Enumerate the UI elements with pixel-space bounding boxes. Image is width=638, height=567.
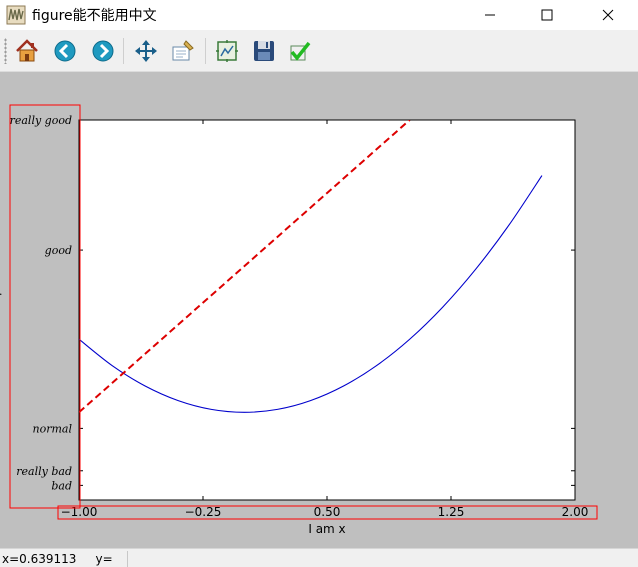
y-tick-label: really bad [16,465,72,478]
toolbar-grip[interactable] [4,38,7,64]
zoom-rect-icon [172,40,194,61]
floppy-disk-icon [254,41,274,61]
window-title: figure能不能用中文 [32,8,157,24]
x-axis-label: I am x [308,522,345,536]
edit-parameters-button[interactable] [285,36,315,66]
checkmark-icon [290,41,311,61]
minimize-icon [485,14,495,16]
y-tick-label: normal [33,422,73,435]
matplotlib-figure-icon [6,5,26,25]
minimize-button[interactable] [467,0,513,30]
axes-area[interactable] [78,119,576,501]
subplots-button[interactable] [212,36,242,66]
pan-button[interactable] [131,36,161,66]
home-icon [16,39,38,62]
x-tick-label: −0.25 [185,505,222,519]
navigation-toolbar [0,30,638,72]
home-button[interactable] [12,36,42,66]
plot-canvas[interactable]: · −1.00 −0.25 0.50 1.25 2.00 badreally bad no… [0,72,638,548]
y-tick-label: bad [51,479,72,492]
subplots-config-icon [216,40,238,62]
y-ticklabels-highlight-box [9,104,81,509]
status-separator [127,551,128,567]
y-tick-label: really good [10,114,72,127]
x-tick-label: 0.50 [314,505,341,519]
move-arrows-icon [135,40,157,62]
close-icon [602,9,614,21]
back-button[interactable] [50,36,80,66]
save-button[interactable] [249,36,279,66]
x-tick-label: 2.00 [562,505,589,519]
ylabel-fragment: · [0,288,3,301]
status-bar: x=0.639113 y= [0,548,638,567]
maximize-icon [541,9,553,21]
toolbar-separator [205,38,206,64]
zoom-button[interactable] [168,36,198,66]
x-tick-label: 1.25 [438,505,465,519]
x-tick-label: −1.00 [61,505,98,519]
close-button[interactable] [585,0,631,30]
maximize-button[interactable] [524,0,570,30]
arrow-right-icon [92,40,114,62]
arrow-left-icon [54,40,76,62]
forward-button[interactable] [88,36,118,66]
figure-canvas[interactable]: · −1.00 −0.25 0.50 1.25 2.00 badreally bad no… [0,72,638,548]
y-tick-label: good [45,244,72,257]
toolbar-separator [123,38,124,64]
title-bar[interactable]: figure能不能用中文 [0,0,638,30]
cursor-coordinates: x=0.639113 y= [2,552,113,566]
